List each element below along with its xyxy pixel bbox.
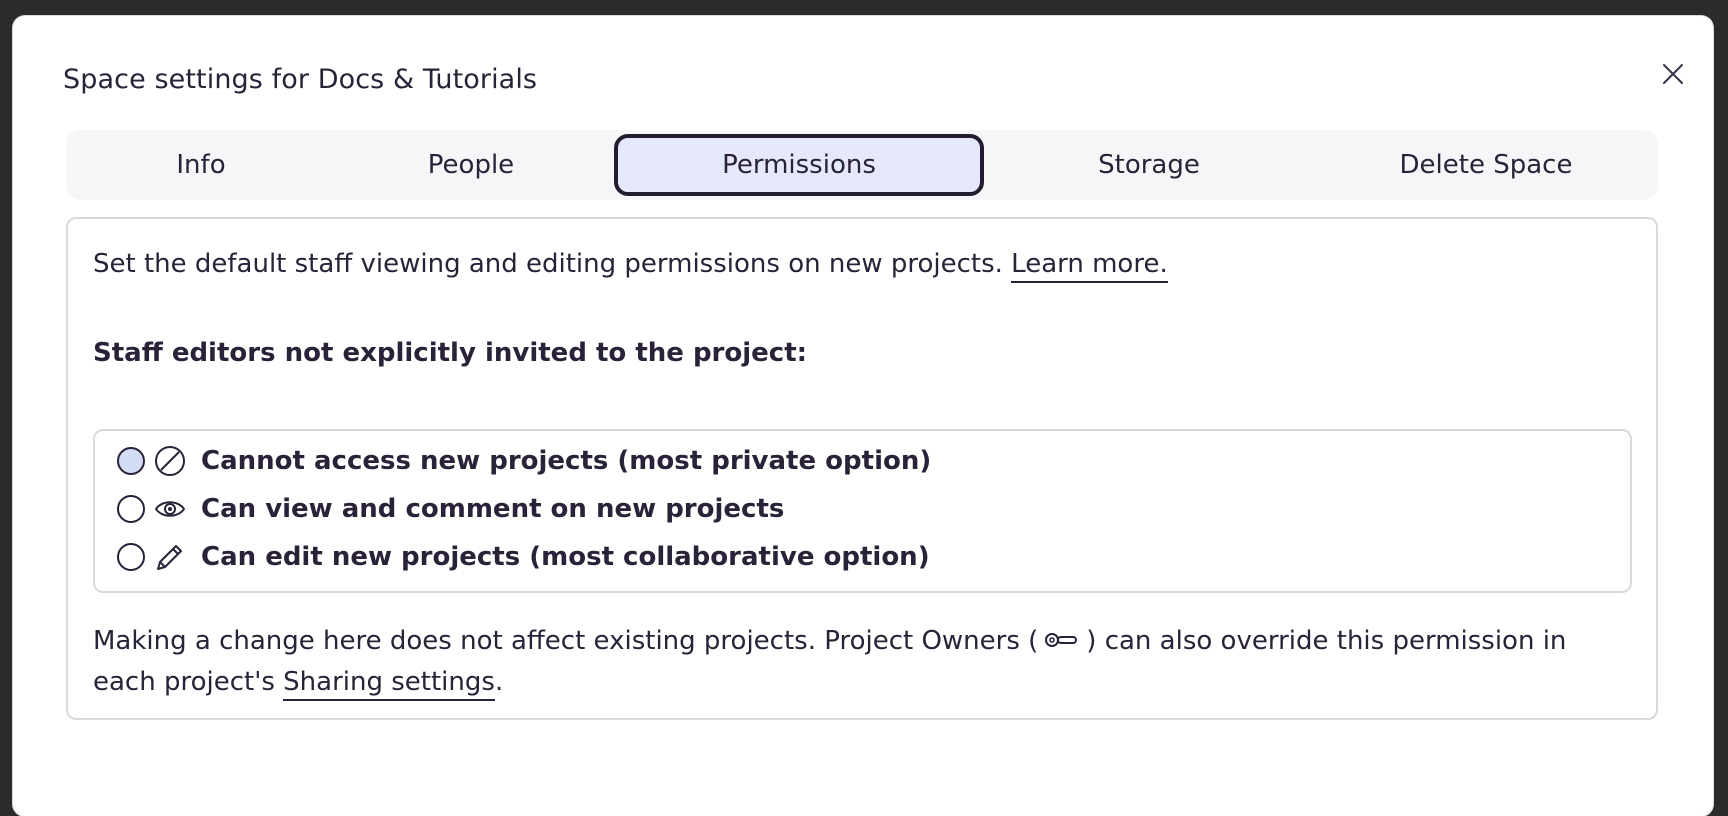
footnote-suffix: . [494,666,504,697]
sharing-settings-link[interactable]: Sharing settings [283,666,495,701]
tab-info[interactable]: Info [66,130,336,200]
pencil-icon [153,540,187,574]
space-settings-modal: Space settings for Docs & Tutorials Info… [13,16,1713,816]
option-label: Can edit new projects (most collaborativ… [201,542,930,572]
option-view-comment[interactable]: Can view and comment on new projects [117,489,784,529]
no-access-icon [153,444,187,478]
close-button[interactable] [1651,52,1695,96]
modal-title: Space settings for Docs & Tutorials [63,64,538,95]
radio-view-comment[interactable] [117,495,145,523]
learn-more-link[interactable]: Learn more. [1011,249,1168,283]
eye-icon [153,492,187,526]
option-edit[interactable]: Can edit new projects (most collaborativ… [117,537,930,577]
tab-permissions[interactable]: Permissions [614,134,984,196]
intro-paragraph: Set the default staff viewing and editin… [93,249,1168,283]
footnote-prefix: Making a change here does not affect exi… [93,626,1039,656]
option-label: Can view and comment on new projects [201,494,785,524]
settings-tabbar: Info People Permissions Storage Delete S… [66,130,1658,200]
footnote: Making a change here does not affect exi… [93,621,1633,702]
option-label: Cannot access new projects (most private… [201,446,932,476]
radio-edit[interactable] [117,543,145,571]
tab-storage[interactable]: Storage [984,130,1314,200]
option-cannot-access[interactable]: Cannot access new projects (most private… [117,441,931,481]
radio-cannot-access[interactable] [117,447,145,475]
close-icon [1663,64,1683,84]
tab-people[interactable]: People [336,130,606,200]
key-icon [1044,622,1080,662]
permissions-panel: Set the default staff viewing and editin… [66,217,1658,720]
permission-options-group: Cannot access new projects (most private… [93,429,1632,593]
intro-text: Set the default staff viewing and editin… [93,249,1003,279]
section-label: Staff editors not explicitly invited to … [93,338,808,368]
tab-delete-space[interactable]: Delete Space [1314,130,1658,200]
